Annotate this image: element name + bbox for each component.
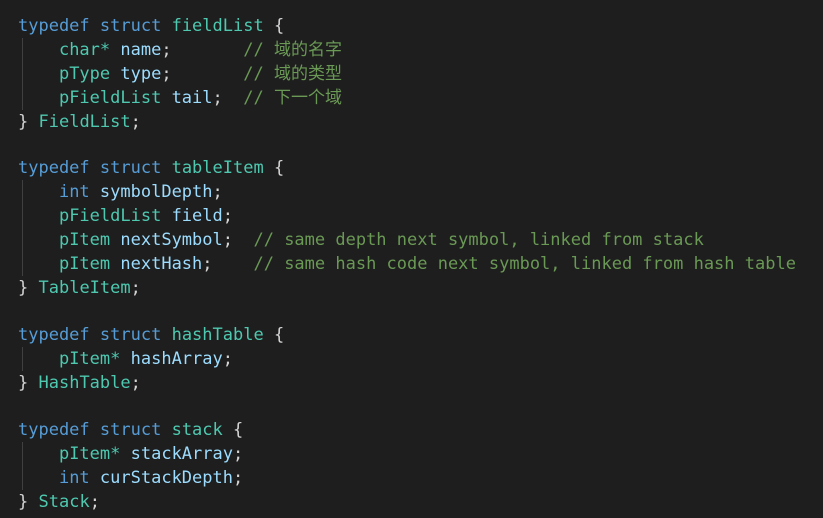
struct-name: fieldList <box>171 16 264 36</box>
type-alias: HashTable <box>38 373 131 393</box>
field-type: pFieldList <box>58 88 162 108</box>
field-name: field <box>171 206 223 226</box>
code-line-16: } HashTable; <box>18 371 141 395</box>
code-comment: // 下一个域 <box>243 88 342 108</box>
type-alias: FieldList <box>38 112 131 132</box>
field-type: pFieldList <box>58 206 162 226</box>
field-type: pItem* <box>58 349 121 369</box>
field-name: type <box>120 64 162 84</box>
field-name: name <box>120 40 162 60</box>
code-line-11: pItem nextHash; // same hash code next s… <box>18 252 796 276</box>
semicolon: ; <box>130 373 141 393</box>
keyword: typedef <box>18 16 90 36</box>
code-line-15: pItem* hashArray; <box>18 347 233 371</box>
code-line-19: pItem* stackArray; <box>18 442 243 466</box>
code-comment: // 域的名字 <box>243 40 342 60</box>
type-alias: TableItem <box>38 278 131 298</box>
code-line-1: typedef struct fieldList { <box>18 14 284 38</box>
type-alias: Stack <box>38 492 90 512</box>
brace: } <box>18 278 29 298</box>
code-line-5: } FieldList; <box>18 110 141 134</box>
code-line-3: pType type; // 域的类型 <box>18 62 342 86</box>
code-comment: // 域的类型 <box>243 64 342 84</box>
keyword: typedef <box>18 420 90 440</box>
field-type: pItem <box>58 254 111 274</box>
code-line-7: typedef struct tableItem { <box>18 156 284 180</box>
field-type: char* <box>58 40 111 60</box>
brace: { <box>233 420 244 440</box>
semicolon: ; <box>222 349 233 369</box>
field-name: nextHash <box>120 254 203 274</box>
code-line-8: int symbolDepth; <box>18 180 223 204</box>
brace: { <box>273 325 285 345</box>
code-editor[interactable]: typedef struct fieldList { char* name; /… <box>0 0 823 518</box>
keyword: struct <box>99 325 162 345</box>
field-type: int <box>58 182 90 202</box>
keyword: struct <box>99 16 162 36</box>
keyword: struct <box>99 420 162 440</box>
brace: { <box>273 16 285 36</box>
semicolon: ; <box>232 468 244 488</box>
field-name: symbolDepth <box>99 182 213 202</box>
keyword: typedef <box>18 158 90 178</box>
keyword: typedef <box>18 325 90 345</box>
code-line-14: typedef struct hashTable { <box>18 323 284 347</box>
field-type: pItem* <box>58 444 121 464</box>
struct-name: tableItem <box>171 158 264 178</box>
code-comment: // same hash code next symbol, linked fr… <box>253 254 796 274</box>
code-line-21: } Stack; <box>18 490 100 514</box>
semicolon: ; <box>202 254 213 274</box>
field-type: pItem <box>58 230 111 250</box>
field-name: tail <box>171 88 213 108</box>
semicolon: ; <box>212 182 223 202</box>
semicolon: ; <box>222 206 233 226</box>
code-line-9: pFieldList field; <box>18 204 233 228</box>
brace: } <box>18 112 29 132</box>
code-line-20: int curStackDepth; <box>18 466 243 490</box>
brace: { <box>273 158 285 178</box>
field-name: stackArray <box>130 444 233 464</box>
semicolon: ; <box>130 278 141 298</box>
code-comment: // same depth next symbol, linked from s… <box>253 230 704 250</box>
code-line-12: } TableItem; <box>18 276 141 300</box>
struct-name: hashTable <box>171 325 264 345</box>
field-type: pType <box>58 64 111 84</box>
field-type: int <box>58 468 90 488</box>
field-name: hashArray <box>130 349 223 369</box>
semicolon: ; <box>161 64 172 84</box>
struct-name: stack <box>171 420 223 440</box>
code-line-10: pItem nextSymbol; // same depth next sym… <box>18 228 704 252</box>
code-line-18: typedef struct stack { <box>18 418 243 442</box>
keyword: struct <box>99 158 162 178</box>
semicolon: ; <box>232 444 244 464</box>
code-line-2: char* name; // 域的名字 <box>18 38 342 62</box>
semicolon: ; <box>161 40 172 60</box>
field-name: curStackDepth <box>99 468 233 488</box>
field-name: nextSymbol <box>120 230 223 250</box>
semicolon: ; <box>222 230 233 250</box>
semicolon: ; <box>130 112 141 132</box>
brace: } <box>18 373 29 393</box>
code-line-4: pFieldList tail; // 下一个域 <box>18 86 342 110</box>
semicolon: ; <box>212 88 223 108</box>
brace: } <box>18 492 29 512</box>
semicolon: ; <box>89 492 100 512</box>
